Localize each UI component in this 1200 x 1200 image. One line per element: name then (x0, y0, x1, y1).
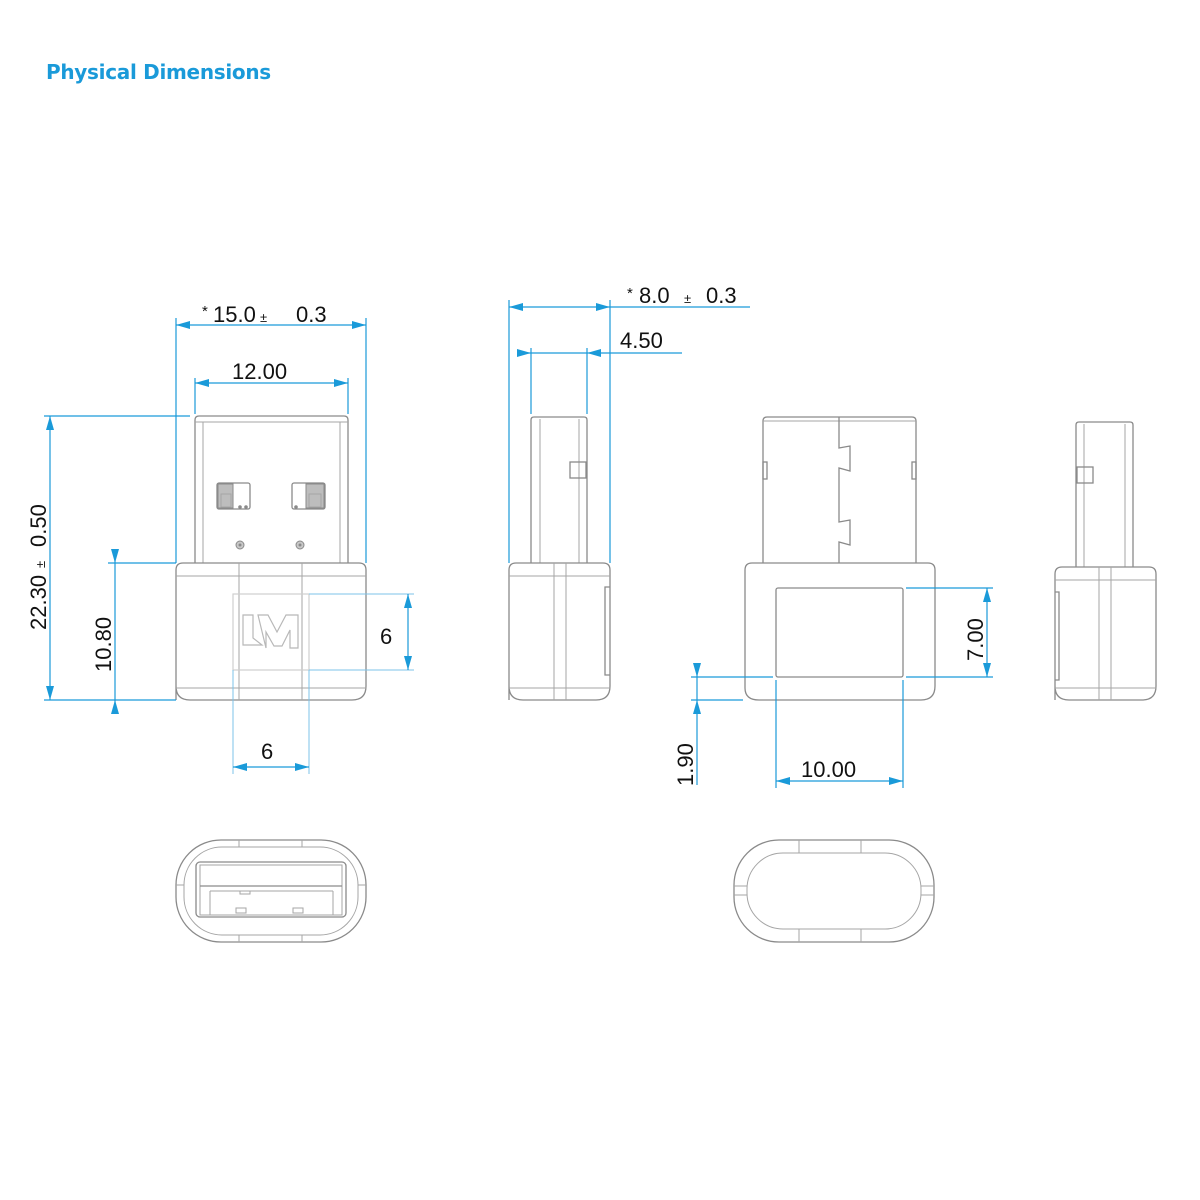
hole-left (235, 540, 245, 550)
dim-value: 10.80 (91, 617, 116, 672)
contact-right (291, 482, 326, 510)
dim-tolerance: 0.3 (706, 283, 737, 308)
dim-overall-depth: * 8.0 ± 0.3 (508, 283, 750, 563)
housing-side (508, 562, 611, 701)
dim-value: 4.50 (620, 328, 663, 353)
end-view-connector (175, 839, 367, 943)
dim-window-width: 10.00 (775, 680, 904, 788)
dimension-drawing: * 15.0 ± 0.3 12.00 22.30 ± 0.50 10.80 6 … (26, 283, 1157, 943)
dim-value: 22.30 (26, 575, 51, 630)
usb-plug-side-right (1075, 421, 1134, 567)
dim-logo-height: 6 (309, 593, 414, 671)
dim-value: 15.0 (213, 302, 256, 327)
dim-value: 6 (380, 624, 392, 649)
dim-overall-width: * 15.0 ± 0.3 (175, 302, 367, 563)
dim-value: 10.00 (801, 757, 856, 782)
dim-body-height: 10.80 (91, 549, 176, 714)
dim-window-height: 7.00 (906, 587, 993, 678)
side-view-right (1054, 421, 1157, 701)
end-view-back (733, 839, 935, 943)
dim-plug-depth: 4.50 (517, 328, 682, 414)
dim-value: 1.90 (673, 743, 698, 786)
usb-plug-back (762, 416, 917, 563)
dim-prefix: * (627, 285, 633, 302)
dim-tolerance: 0.3 (296, 302, 327, 327)
dim-plusminus: ± (33, 561, 48, 568)
housing-front (175, 562, 367, 701)
contact-left (216, 482, 251, 510)
housing-back (744, 562, 936, 701)
usb-plug-front (194, 415, 349, 563)
usb-plug-side (530, 416, 588, 563)
dim-value: 6 (261, 739, 273, 764)
brand-logo (232, 593, 310, 671)
dim-plusminus: ± (684, 291, 691, 306)
dim-value: 12.00 (232, 359, 287, 384)
dim-value: 8.0 (639, 283, 670, 308)
dim-plug-width: 12.00 (194, 359, 349, 414)
dim-logo-width: 6 (232, 670, 310, 774)
side-view: * 8.0 ± 0.3 4.50 (508, 283, 750, 701)
hole-right (295, 540, 305, 550)
dim-window-offset: 1.90 (673, 663, 773, 786)
dim-tolerance: 0.50 (26, 504, 51, 547)
dim-value: 7.00 (963, 618, 988, 661)
usb-socket (195, 861, 347, 918)
front-view: * 15.0 ± 0.3 12.00 22.30 ± 0.50 10.80 6 … (26, 302, 414, 774)
back-view: 7.00 10.00 1.90 (673, 416, 993, 788)
housing-side-right (1054, 566, 1157, 701)
dim-plusminus: ± (260, 310, 267, 325)
dim-prefix: * (202, 303, 208, 320)
